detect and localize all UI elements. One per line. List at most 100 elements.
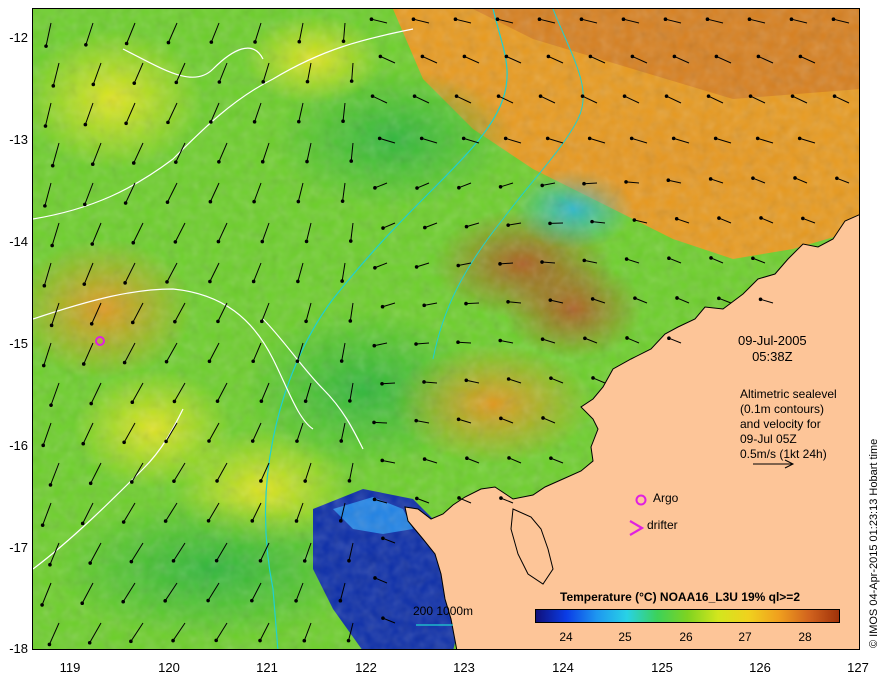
velocity-arrow-head bbox=[251, 279, 256, 284]
velocity-arrow-head bbox=[41, 443, 46, 448]
velocity-arrow-head bbox=[545, 136, 550, 141]
velocity-arrow-head bbox=[588, 54, 593, 59]
velocity-arrow-head bbox=[259, 399, 264, 403]
velocity-arrow-head bbox=[349, 159, 354, 163]
velocity-arrow-head bbox=[675, 296, 679, 300]
velocity-arrow-head bbox=[260, 159, 265, 164]
velocity-arrow-head bbox=[630, 54, 635, 59]
colorbar-tick: 25 bbox=[618, 630, 632, 644]
velocity-arrow-head bbox=[801, 216, 805, 221]
info-line: 09-Jul 05Z bbox=[740, 432, 797, 446]
velocity-arrow-head bbox=[131, 161, 136, 165]
velocity-arrow-head bbox=[633, 296, 637, 300]
map-frame bbox=[32, 8, 860, 650]
velocity-arrow-head bbox=[464, 224, 469, 229]
velocity-arrow-head bbox=[835, 176, 839, 181]
velocity-arrow-head bbox=[380, 304, 385, 309]
velocity-arrow-head bbox=[498, 262, 502, 266]
info-line: Altimetric sealevel bbox=[740, 387, 837, 401]
velocity-arrow-head bbox=[340, 279, 344, 283]
velocity-arrow-head bbox=[129, 639, 133, 644]
velocity-arrow-head bbox=[411, 17, 416, 21]
velocity-arrow-head bbox=[422, 303, 427, 308]
velocity-arrow-head bbox=[504, 54, 509, 59]
velocity-arrow-head bbox=[663, 17, 668, 21]
velocity-arrow-head bbox=[302, 638, 307, 643]
lon-tick: 119 bbox=[59, 660, 81, 675]
velocity-arrow-head bbox=[43, 204, 47, 208]
lon-tick: 120 bbox=[158, 660, 180, 675]
info-line: and velocity for bbox=[740, 417, 821, 431]
velocity-arrow-head bbox=[797, 136, 802, 141]
velocity-arrow-head bbox=[372, 420, 376, 425]
colorbar bbox=[535, 609, 840, 623]
velocity-arrow-head bbox=[789, 17, 794, 21]
velocity-arrow-head bbox=[666, 178, 671, 183]
velocity-arrow-head bbox=[756, 54, 761, 59]
velocity-arrow-head bbox=[667, 256, 671, 261]
velocity-arrow-head bbox=[173, 240, 178, 244]
velocity-arrow-head bbox=[339, 519, 343, 523]
velocity-arrow-head bbox=[423, 225, 427, 230]
velocity-arrow-head bbox=[80, 521, 85, 526]
velocity-arrow-head bbox=[51, 84, 56, 88]
velocity-arrow-head bbox=[216, 319, 220, 324]
velocity-arrow-head bbox=[346, 638, 351, 643]
velocity-arrow-head bbox=[759, 216, 763, 220]
velocity-arrow-head bbox=[258, 558, 263, 563]
velocity-arrow-head bbox=[464, 378, 469, 383]
velocity-arrow-head bbox=[84, 42, 88, 47]
velocity-arrow-head bbox=[89, 321, 94, 326]
velocity-arrow-head bbox=[339, 439, 344, 443]
velocity-arrow-head bbox=[831, 17, 836, 21]
velocity-arrow-head bbox=[130, 320, 135, 325]
velocity-arrow-head bbox=[305, 159, 309, 164]
velocity-arrow-head bbox=[709, 256, 713, 260]
velocity-arrow-head bbox=[347, 479, 352, 483]
velocity-arrow-head bbox=[629, 136, 634, 141]
velocity-arrow-head bbox=[215, 399, 220, 403]
velocity-arrow-head bbox=[540, 337, 545, 341]
velocity-arrow-head bbox=[130, 480, 134, 484]
velocity-arrow-head bbox=[582, 181, 586, 186]
velocity-arrow-head bbox=[381, 226, 385, 230]
info-line: (0.1m contours) bbox=[740, 402, 825, 416]
lon-tick: 126 bbox=[749, 660, 771, 675]
velocity-arrow-head bbox=[40, 603, 44, 607]
velocity-arrow-head bbox=[579, 17, 584, 21]
velocity-arrow-head bbox=[414, 342, 418, 346]
velocity-arrow-head bbox=[461, 136, 466, 141]
velocity-arrow-head bbox=[380, 458, 385, 463]
velocity-arrow-head bbox=[163, 519, 168, 523]
velocity-arrow-head bbox=[591, 376, 595, 380]
velocity-arrow-head bbox=[380, 381, 384, 386]
velocity-arrow-head bbox=[495, 17, 500, 21]
depth-legend-label: 200 1000m bbox=[413, 604, 474, 618]
velocity-arrow-head bbox=[624, 257, 629, 261]
velocity-arrow-head bbox=[49, 323, 54, 328]
velocity-arrow-head bbox=[165, 200, 170, 204]
velocity-arrow-head bbox=[305, 79, 310, 84]
velocity-arrow-head bbox=[538, 94, 543, 98]
velocity-arrow-head bbox=[166, 40, 171, 45]
velocity-arrow-head bbox=[499, 416, 503, 421]
lat-tick: -15 bbox=[9, 336, 28, 351]
velocity-arrow-head bbox=[580, 94, 585, 98]
velocity-arrow-head bbox=[414, 418, 419, 423]
velocity-arrow-head bbox=[590, 297, 595, 301]
velocity-arrow-head bbox=[453, 17, 458, 21]
lon-tick: 124 bbox=[552, 660, 574, 675]
velocity-arrow-head bbox=[496, 94, 501, 98]
velocity-arrow-head bbox=[214, 638, 218, 643]
velocity-arrow-head bbox=[209, 40, 214, 44]
lat-tick: -17 bbox=[9, 540, 28, 555]
velocity-arrow-head bbox=[252, 119, 257, 124]
velocity-arrow-head bbox=[250, 519, 255, 523]
velocity-arrow-head bbox=[81, 362, 86, 366]
velocity-arrow-head bbox=[174, 80, 179, 85]
velocity-arrow-head bbox=[215, 479, 219, 483]
velocity-arrow-head bbox=[369, 17, 374, 21]
velocity-arrow-head bbox=[338, 598, 343, 603]
info-line: 0.5m/s (1kt 24h) bbox=[740, 447, 827, 461]
velocity-arrow-head bbox=[90, 162, 95, 167]
